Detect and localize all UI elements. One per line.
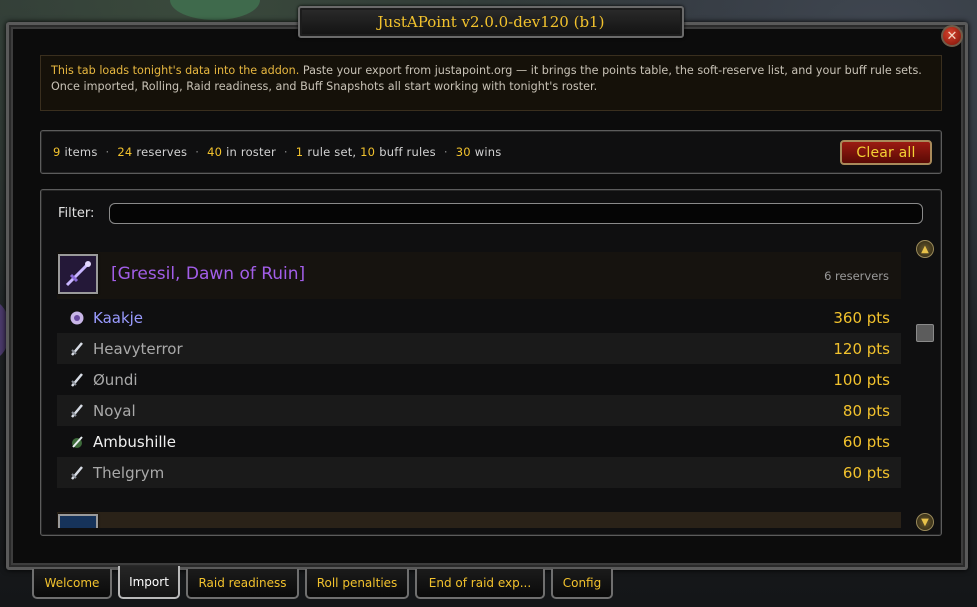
rogue-class-icon (69, 434, 85, 450)
player-name: Kaakje (93, 308, 144, 327)
warrior-class-icon (69, 403, 85, 419)
clear-all-button[interactable]: Clear all (840, 140, 932, 165)
addon-window: This tab loads tonight's data into the a… (6, 22, 968, 570)
tab-welcome[interactable]: Welcome (32, 569, 112, 599)
reserves-count: 24 (117, 145, 133, 159)
import-stats-bar: 9 items · 24 reserves · 40 in roster · 1 rul… (40, 130, 942, 174)
reserve-row[interactable]: Noyal 80 pts (57, 395, 901, 426)
reserve-row[interactable]: Ambushille 60 pts (57, 426, 901, 457)
item-header[interactable]: [Gressil, Dawn of Ruin] 6 reservers (57, 252, 901, 299)
player-name: Noyal (93, 401, 136, 420)
reserve-row[interactable]: Thelgrym 60 pts (57, 457, 901, 488)
tab-config[interactable]: Config (551, 569, 613, 599)
scroll-up-button[interactable]: ▲ (916, 240, 934, 258)
items-label: items (64, 145, 98, 159)
tab-bar: Welcome Import Raid readiness Roll penal… (32, 566, 619, 602)
player-name: Øundi (93, 370, 138, 389)
player-points: 80 pts (842, 401, 890, 420)
scroll-down-button[interactable]: ▼ (916, 513, 934, 531)
warrior-class-icon (69, 341, 85, 357)
reserve-row[interactable]: Heavyterror 120 pts (57, 333, 901, 364)
tab-raid-readiness[interactable]: Raid readiness (186, 569, 299, 599)
stats-separator: · (443, 145, 448, 159)
roster-count: 40 (207, 145, 223, 159)
player-name: Thelgrym (93, 463, 165, 482)
rulesets-count: 1 (295, 145, 304, 159)
player-name: Heavyterror (93, 339, 183, 358)
rulesets-label: rule set, (307, 145, 357, 159)
reserves-list-panel: Filter: [Gressil, Dawn of Ruin] 6 reserv… (40, 189, 942, 536)
priest-class-icon (69, 310, 85, 326)
tab-roll-penalties[interactable]: Roll penalties (305, 569, 409, 599)
buff-rules-label: buff rules (379, 145, 436, 159)
player-points: 60 pts (842, 463, 890, 482)
scrollbar-thumb[interactable] (916, 324, 934, 342)
reserves-scroll-area[interactable]: [Gressil, Dawn of Ruin] 6 reservers Kaak… (57, 242, 901, 528)
next-item-icon (58, 514, 98, 528)
filter-input[interactable] (109, 203, 923, 224)
tab-end-of-raid[interactable]: End of raid exp... (415, 569, 545, 599)
reserves-label: reserves (136, 145, 188, 159)
stats-separator: · (195, 145, 200, 159)
tab-import[interactable]: Import (118, 566, 180, 599)
close-icon[interactable]: ✕ (941, 25, 963, 47)
player-name: Ambushille (93, 432, 176, 451)
reserve-row[interactable]: Øundi 100 pts (57, 364, 901, 395)
stats-separator: · (105, 145, 110, 159)
reserve-row[interactable]: Kaakje 360 pts (57, 302, 901, 333)
sword-item-icon (58, 254, 98, 294)
item-name-link[interactable]: [Gressil, Dawn of Ruin] (111, 264, 305, 284)
wins-count: 30 (455, 145, 471, 159)
window-title: JustAPoint v2.0.0-dev120 (b1) (298, 6, 684, 38)
warrior-class-icon (69, 372, 85, 388)
info-lead-text: This tab loads tonight's data into the a… (51, 64, 300, 77)
warrior-class-icon (69, 465, 85, 481)
next-item-header[interactable] (57, 512, 901, 528)
player-points: 120 pts (833, 339, 890, 358)
wins-label: wins (474, 145, 502, 159)
buff-rules-count: 10 (360, 145, 376, 159)
background-creature (170, 0, 260, 20)
reservers-count: 6 reservers (824, 269, 889, 283)
roster-label: in roster (226, 145, 276, 159)
player-points: 360 pts (833, 308, 890, 327)
items-count: 9 (53, 145, 61, 159)
import-info-box: This tab loads tonight's data into the a… (40, 55, 942, 111)
stats-separator: · (283, 145, 288, 159)
player-points: 100 pts (833, 370, 890, 389)
filter-label: Filter: (58, 206, 95, 221)
player-points: 60 pts (842, 432, 890, 451)
